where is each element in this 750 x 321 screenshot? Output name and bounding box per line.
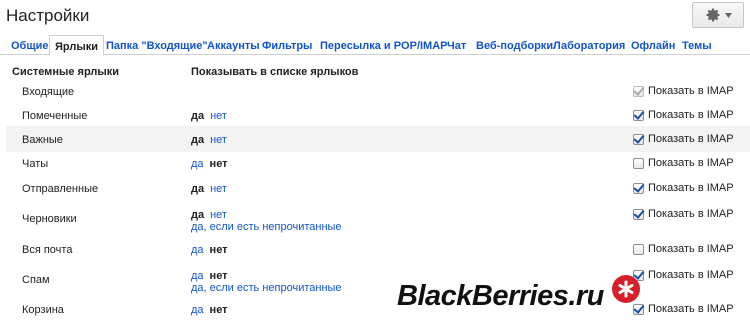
imap-checkbox-label: Показать в IMAP — [648, 243, 734, 255]
label-name: Чаты — [22, 158, 49, 170]
show-yes-option: да — [191, 134, 205, 146]
show-yes-option[interactable]: да — [191, 270, 204, 282]
show-in-list-header: Показывать в списке ярлыков — [191, 66, 359, 78]
imap-checkbox[interactable] — [633, 182, 644, 194]
label-name: Входящие — [22, 86, 75, 98]
imap-checkbox-label: Показать в IMAP — [648, 157, 734, 169]
tab-filters[interactable]: Фильтры — [262, 40, 312, 52]
imap-checkbox[interactable] — [633, 208, 644, 220]
tab-offline[interactable]: Офлайн — [631, 40, 675, 52]
show-yes-option[interactable]: да — [191, 244, 204, 256]
imap-checkbox-label: Показать в IMAP — [648, 182, 734, 194]
show-in-imap-toggle[interactable]: Показать в IMAP — [633, 109, 734, 121]
show-no-option[interactable]: нет — [210, 110, 227, 122]
show-no-option[interactable]: нет — [210, 134, 227, 146]
show-no-option: нет — [209, 304, 228, 316]
header: Настройки — [0, 0, 750, 34]
show-in-imap-toggle[interactable]: Показать в IMAP — [633, 208, 734, 220]
imap-checkbox-label: Показать в IMAP — [648, 85, 734, 97]
tab-themes[interactable]: Темы — [682, 40, 712, 52]
show-in-list-options: да нет — [191, 304, 228, 316]
show-in-list-options: да нет — [191, 270, 228, 282]
label-name: Вся почта — [22, 244, 73, 256]
imap-checkbox-label: Показать в IMAP — [648, 133, 734, 145]
show-no-option: нет — [209, 244, 228, 256]
label-row: Чаты да нет Показать в IMAP — [6, 152, 750, 176]
imap-checkbox[interactable] — [633, 133, 644, 145]
show-in-imap-toggle[interactable]: Показать в IMAP — [633, 157, 734, 169]
tab-forwarding-pop-imap[interactable]: Пересылка и POP/IMAP — [320, 40, 448, 52]
settings-gear-button[interactable] — [692, 2, 744, 28]
show-in-imap-toggle[interactable]: Показать в IMAP — [633, 269, 734, 281]
label-row: Вся почта да нет Показать в IMAP — [6, 238, 750, 260]
label-row: Отправленные да нет Показать в IMAP — [6, 178, 750, 200]
imap-checkbox-label: Показать в IMAP — [648, 208, 734, 220]
tab-labels[interactable]: Ярлыки — [49, 35, 105, 56]
show-if-unread-option[interactable]: да, если есть непрочитанные — [191, 282, 342, 294]
show-no-option[interactable]: нет — [210, 183, 227, 195]
chevron-down-icon — [724, 12, 732, 18]
show-in-list-options: да нет — [191, 158, 228, 170]
imap-checkbox-label: Показать в IMAP — [648, 303, 734, 315]
label-row: Помеченные да нет Показать в IMAP — [6, 104, 750, 126]
blackberries-logo-icon — [611, 274, 640, 303]
tab-labs[interactable]: Лаборатория — [553, 40, 625, 52]
watermark: BlackBerries.ru — [397, 274, 640, 313]
tab-general[interactable]: Общие — [11, 40, 49, 52]
label-name: Черновики — [22, 213, 77, 225]
tab-chat[interactable]: Чат — [447, 40, 466, 52]
show-yes-option: да — [191, 110, 205, 122]
imap-checkbox[interactable] — [633, 243, 644, 255]
watermark-text: BlackBerries.ru — [397, 280, 604, 312]
show-no-option: нет — [209, 270, 228, 282]
label-row: Черновики да нет да, если есть непрочитанны… — [6, 203, 750, 237]
page-title: Настройки — [6, 6, 90, 25]
show-yes-option[interactable]: да — [191, 304, 204, 316]
show-in-list-options: да нет — [191, 244, 228, 256]
show-in-list-options: да нет — [191, 110, 227, 122]
imap-checkbox[interactable] — [633, 157, 644, 169]
label-name: Помеченные — [22, 110, 88, 122]
label-name: Отправленные — [22, 183, 99, 195]
show-in-imap-toggle[interactable]: Показать в IMAP — [633, 303, 734, 315]
show-in-imap-toggle: Показать в IMAP — [633, 85, 734, 97]
system-labels-header: Системные ярлыки — [12, 66, 120, 78]
imap-checkbox[interactable] — [633, 109, 644, 121]
show-in-imap-toggle[interactable]: Показать в IMAP — [633, 133, 734, 145]
imap-checkbox — [633, 85, 644, 97]
tab-web-clips[interactable]: Веб-подборки — [476, 40, 553, 52]
show-in-imap-toggle[interactable]: Показать в IMAP — [633, 243, 734, 255]
show-no-option: нет — [209, 158, 228, 170]
show-in-list-options: да нет — [191, 183, 227, 195]
show-yes-option[interactable]: да — [191, 158, 204, 170]
show-no-option[interactable]: нет — [210, 209, 227, 221]
imap-checkbox-label: Показать в IMAP — [648, 269, 734, 281]
show-if-unread-option[interactable]: да, если есть непрочитанные — [191, 221, 342, 233]
label-row: Входящие Показать в IMAP — [6, 80, 750, 100]
show-in-list-options: да нет — [191, 209, 227, 221]
label-name: Спам — [22, 274, 50, 286]
tab-accounts[interactable]: Аккаунты — [207, 40, 260, 52]
settings-tabs: Общие Ярлыки Папка "Входящие" Аккаунты Ф… — [0, 34, 750, 56]
show-yes-option: да — [191, 209, 205, 221]
tab-inbox[interactable]: Папка "Входящие" — [106, 40, 208, 52]
show-in-list-options: да нет — [191, 134, 227, 146]
label-name: Корзина — [22, 304, 64, 316]
label-name: Важные — [22, 134, 63, 146]
imap-checkbox-label: Показать в IMAP — [648, 109, 734, 121]
show-in-imap-toggle[interactable]: Показать в IMAP — [633, 182, 734, 194]
gear-icon — [706, 8, 719, 22]
show-yes-option: да — [191, 183, 205, 195]
label-row: Важные да нет Показать в IMAP — [6, 126, 750, 152]
